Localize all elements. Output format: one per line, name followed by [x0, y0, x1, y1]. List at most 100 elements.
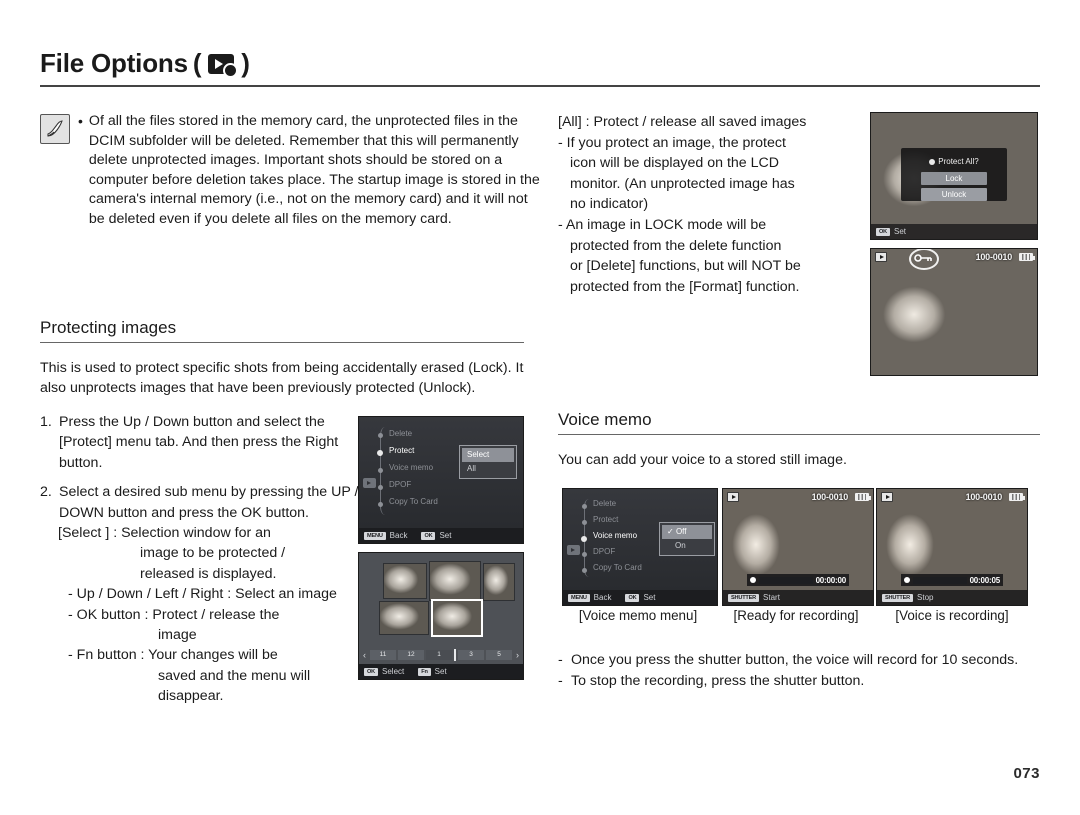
protecting-images-divider: [40, 342, 524, 343]
filmstrip-cell-12[interactable]: 12: [398, 650, 424, 660]
shutter-key-label: Stop: [917, 593, 934, 602]
rt-line-2: icon will be displayed on the LCD: [570, 155, 779, 172]
menu-item-dpof[interactable]: DPOF: [389, 476, 438, 493]
sub-line-8: disappear.: [158, 688, 224, 705]
paren-close: ): [241, 48, 250, 78]
rt-line-4: no indicator): [570, 196, 649, 213]
record-progress-track: [759, 576, 813, 584]
thumbnail-3[interactable]: [483, 563, 515, 601]
filmstrip-divider: [454, 649, 456, 661]
voice-memo-description: You can add your voice to a stored still…: [558, 452, 847, 468]
submenu-item-all[interactable]: All: [462, 462, 514, 476]
step-2: 2. Select a desired sub menu by pressing…: [40, 482, 360, 523]
filmstrip-cell-3[interactable]: 3: [458, 650, 484, 660]
step-1-text: Press the Up / Down button and select th…: [59, 414, 339, 471]
lcd-bottom-bar: MENU Back OK Set: [563, 590, 717, 605]
fn-key-icon: Fn: [418, 667, 431, 676]
protect-submenu: Select All: [459, 445, 517, 479]
file-number: 100-0010: [965, 492, 1003, 502]
filmstrip-cell-5[interactable]: 5: [486, 650, 512, 660]
menu-item-delete[interactable]: Delete: [593, 496, 642, 512]
page-header: File Options ( ): [40, 48, 1040, 87]
ok-key-icon: OK: [876, 227, 890, 236]
sub-line-7: saved and the menu will: [158, 667, 311, 684]
rt-line-1: - If you protect an image, the protect: [558, 134, 786, 151]
unlock-button[interactable]: Unlock: [921, 188, 987, 202]
sub-line-6: - Fn button : Your changes will be: [68, 647, 278, 664]
voice-bullet-2-dash: -: [558, 673, 563, 689]
ok-key-label: Set: [643, 593, 656, 602]
menu-item-voice-memo[interactable]: Voice memo: [593, 528, 642, 544]
dialog-title-text: Protect All?: [938, 157, 979, 167]
ok-key-icon: OK: [364, 667, 378, 676]
battery-icon: [855, 493, 871, 501]
submenu-item-off[interactable]: ✓ Off: [662, 525, 712, 539]
filmstrip-cell-1[interactable]: 1: [426, 650, 452, 660]
rt-line-7: or [Delete] functions, but will NOT be: [570, 258, 801, 275]
playback-mode-icon: [881, 492, 893, 502]
shutter-key-icon: SHUTTER: [728, 593, 760, 602]
menu-item-dpof[interactable]: DPOF: [593, 544, 642, 560]
menu-item-protect[interactable]: Protect: [593, 512, 642, 528]
note-body: • Of all the files stored in the memory …: [78, 112, 540, 230]
caption-voice-memo-menu: [Voice memo menu]: [578, 608, 698, 623]
menu-item-copy-to-card[interactable]: Copy To Card: [389, 493, 438, 510]
filmstrip-left-arrow[interactable]: ‹: [361, 650, 368, 660]
protect-all-dialog: Protect All? Lock Unlock: [900, 148, 1008, 202]
thumbnail-5-selected[interactable]: [431, 599, 483, 637]
step-1: 1. Press the Up / Down button and select…: [40, 412, 360, 473]
lcd-top-bar: 100-0010: [877, 489, 1027, 505]
voice-memo-title: Voice memo: [558, 410, 652, 429]
menu-key-label: Back: [389, 531, 408, 540]
file-number: 100-0010: [811, 492, 849, 502]
recording-bar: 00:00:00: [747, 574, 849, 586]
voice-bullet-2-text: To stop the recording, press the shutter…: [571, 673, 865, 689]
playback-mode-icon: [363, 478, 376, 488]
rt-line-6: protected from the delete function: [570, 237, 782, 254]
lcd-bottom-bar: SHUTTER Start: [723, 590, 873, 605]
protecting-images-title: Protecting images: [40, 318, 177, 337]
note-text: Of all the files stored in the memory ca…: [88, 113, 540, 227]
voice-memo-bullets: - Once you press the shutter button, the…: [558, 650, 1028, 692]
filmstrip-cell-11[interactable]: 11: [370, 650, 396, 660]
header-divider: [40, 85, 1040, 87]
ok-key-label: Set: [894, 227, 907, 236]
ok-key-icon: OK: [625, 593, 640, 602]
thumbnail-1[interactable]: [383, 563, 427, 599]
filmstrip-right-arrow[interactable]: ›: [514, 650, 521, 660]
check-icon: ✓: [667, 527, 674, 536]
submenu-item-on[interactable]: On: [662, 539, 712, 553]
voice-bullet-2: - To stop the recording, press the shutt…: [558, 671, 1028, 692]
record-progress-track: [913, 576, 967, 584]
submenu-item-off-label: Off: [675, 527, 687, 536]
thumbnail-2[interactable]: [429, 561, 481, 601]
preview-photo: [877, 489, 1027, 605]
lcd-top-bar: 100-0010: [723, 489, 873, 505]
voice-recording-screen: 100-0010 00:00:05 SHUTTER Stop: [876, 488, 1028, 606]
rt-line-5: - An image in LOCK mode will be: [558, 216, 767, 233]
rt-line-8: protected from the [Format] function.: [570, 278, 800, 295]
shutter-key-icon: SHUTTER: [882, 593, 914, 602]
protect-menu-list: Delete Protect Voice memo DPOF Copy To C…: [389, 425, 438, 510]
voice-bullet-1-dash: -: [558, 652, 563, 668]
menu-key-label: Back: [593, 593, 612, 602]
record-dot-icon: [904, 577, 910, 583]
voice-memo-submenu: ✓ Off On: [659, 522, 715, 556]
menu-item-copy-to-card[interactable]: Copy To Card: [593, 560, 642, 576]
menu-item-protect[interactable]: Protect: [389, 442, 438, 459]
lcd-bottom-bar: MENU Back OK Set: [359, 528, 523, 543]
menu-item-voice-memo[interactable]: Voice memo: [389, 459, 438, 476]
protecting-images-section: Protecting images: [40, 318, 524, 343]
lock-button[interactable]: Lock: [921, 172, 987, 186]
lcd-bottom-bar: OK Set: [871, 224, 1037, 239]
protected-image-screen: 100-0010: [870, 248, 1038, 376]
protect-menu-screen: Delete Protect Voice memo DPOF Copy To C…: [358, 416, 524, 544]
submenu-item-select[interactable]: Select: [462, 448, 514, 462]
thumbnail-grid: [371, 561, 515, 637]
menu-item-delete[interactable]: Delete: [389, 425, 438, 442]
rt-line-0: [All] : Protect / release all saved imag…: [558, 114, 807, 130]
voice-memo-section: Voice memo: [558, 410, 1040, 435]
page-number: 073: [1013, 765, 1040, 782]
thumbnail-4[interactable]: [379, 601, 429, 635]
battery-icon: [1019, 253, 1035, 261]
